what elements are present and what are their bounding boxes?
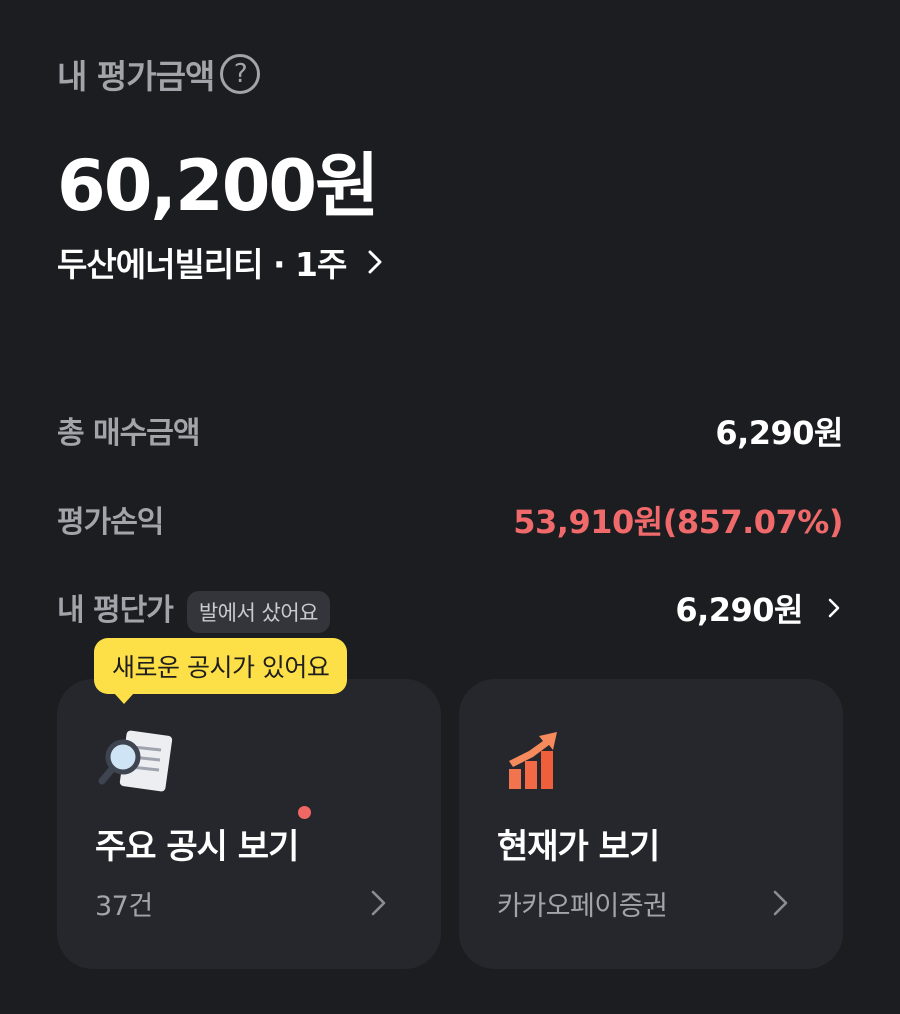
avg-price-label-row: 내 평단가 발에서 샀어요 — [57, 585, 330, 633]
chevron-right-icon — [773, 890, 788, 916]
disclosure-card[interactable]: 주요 공시 보기 37건 — [57, 679, 441, 969]
profit-label: 평가손익 — [57, 505, 164, 540]
profit-value: 53,910원(857.07%) — [513, 503, 843, 541]
chevron-right-icon — [828, 598, 840, 618]
avg-price-chip: 발에서 샀어요 — [186, 590, 330, 633]
help-icon[interactable]: ? — [220, 54, 261, 94]
stock-link[interactable]: 두산에너빌리티 · 1주 — [57, 238, 390, 286]
growth-chart-icon — [509, 732, 557, 789]
purchase-label: 총 매수금액 — [57, 416, 200, 451]
current-price-card[interactable]: 현재가 보기 카카오페이증권 — [459, 679, 843, 969]
document-search-icon — [98, 730, 173, 792]
disclosure-title: 주요 공시 보기 — [95, 827, 299, 867]
chevron-right-icon — [371, 890, 386, 916]
total-valuation: 60,200원 — [57, 145, 380, 227]
valuation-header: 내 평가금액 ? — [57, 50, 261, 98]
purchase-value: 6,290원 — [715, 414, 843, 452]
avg-price-value: 6,290원 — [675, 591, 803, 629]
new-badge-dot — [298, 806, 311, 819]
valuation-label: 내 평가금액 — [57, 57, 215, 96]
stock-name-qty: 두산에너빌리티 · 1주 — [57, 245, 347, 284]
broker-name: 카카오페이증권 — [497, 891, 668, 922]
tooltip-tail — [114, 693, 134, 704]
current-price-title: 현재가 보기 — [497, 827, 660, 867]
tooltip-text: 새로운 공시가 있어요 — [112, 653, 330, 682]
chevron-right-icon — [368, 250, 382, 274]
avg-price-link[interactable]: 6,290원 — [675, 585, 845, 631]
avg-price-label: 내 평단가 — [57, 593, 174, 628]
new-disclosure-tooltip: 새로운 공시가 있어요 — [94, 638, 348, 704]
disclosure-count: 37건 — [95, 891, 153, 922]
